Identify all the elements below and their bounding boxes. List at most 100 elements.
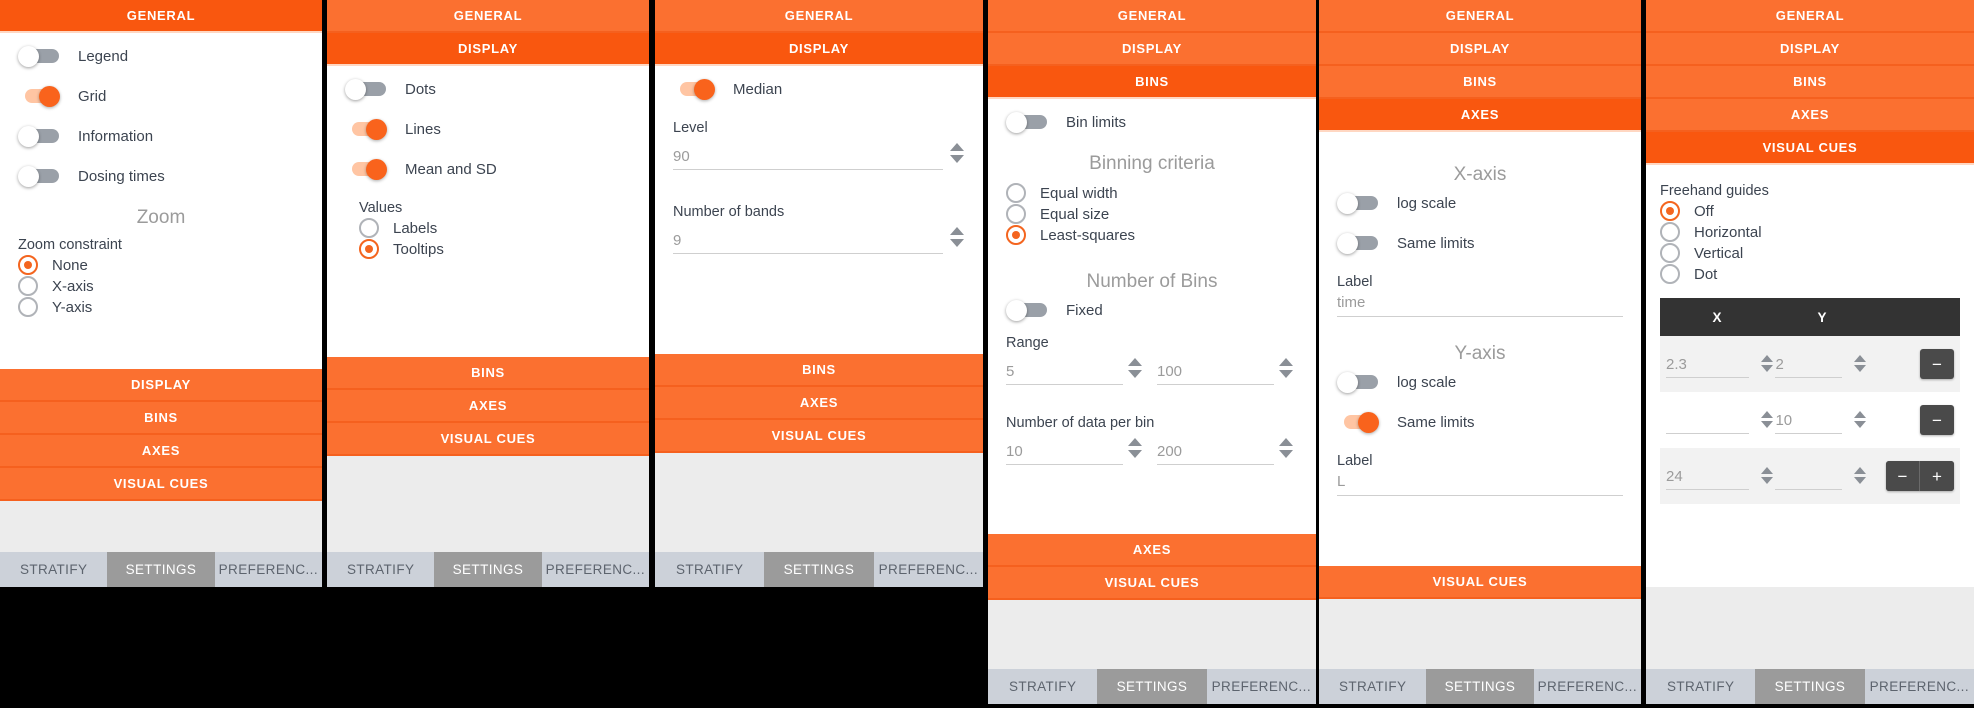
toggle-row-bin-limits[interactable]: Bin limits (1006, 112, 1298, 133)
number-of-bands-stepper[interactable]: 9 (673, 222, 965, 254)
cell-x[interactable]: 2.3 (1666, 350, 1775, 378)
median-toggle[interactable] (673, 79, 717, 100)
y-input[interactable] (1775, 468, 1842, 490)
per-bin-min-input[interactable]: 10 (1006, 441, 1123, 465)
spinner-down-icon[interactable] (1279, 450, 1293, 458)
radio-icon[interactable] (1006, 183, 1026, 203)
x-same-limits-toggle[interactable] (1337, 233, 1381, 254)
radio-icon[interactable] (1660, 201, 1680, 221)
y-input[interactable]: 10 (1775, 412, 1842, 434)
radio-freehand-off[interactable]: Off (1660, 201, 1960, 221)
section-header-display[interactable]: DISPLAY (655, 33, 983, 66)
tab-stratify[interactable]: STRATIFY (655, 552, 765, 587)
remove-row-button[interactable]: − (1886, 461, 1920, 491)
spinner-down-icon[interactable] (1761, 364, 1774, 372)
x-input[interactable] (1666, 412, 1750, 434)
fixed-toggle[interactable] (1006, 300, 1050, 321)
range-max-input[interactable]: 100 (1157, 361, 1274, 385)
section-header-display[interactable]: DISPLAY (1319, 33, 1641, 66)
radio-icon[interactable] (18, 297, 38, 317)
per-bin-max-input[interactable]: 200 (1157, 441, 1274, 465)
radio-freehand-horizontal[interactable]: Horizontal (1660, 222, 1960, 242)
cell-y[interactable] (1775, 462, 1867, 490)
tab-stratify[interactable]: STRATIFY (988, 669, 1098, 704)
spinner-down-icon[interactable] (1853, 364, 1866, 372)
range-min-input[interactable]: 5 (1006, 361, 1123, 385)
toggle-row-mean-and-sd[interactable]: Mean and SD (345, 159, 631, 180)
range-min-stepper[interactable]: 5 (1006, 353, 1147, 385)
tab-preferences[interactable]: PREFERENC... (214, 552, 322, 587)
section-header-visual-cues[interactable]: VISUAL CUES (1319, 566, 1641, 599)
section-header-display[interactable]: DISPLAY (0, 369, 322, 402)
lines-toggle[interactable] (345, 119, 389, 140)
spinner[interactable] (1852, 406, 1868, 432)
spinner-up-icon[interactable] (1279, 358, 1293, 366)
spinner-up-icon[interactable] (950, 143, 964, 151)
spinner-up-icon[interactable] (1761, 466, 1774, 474)
level-stepper[interactable]: 90 (673, 138, 965, 170)
toggle-row-y-same-limits[interactable]: Same limits (1337, 412, 1623, 433)
cell-y[interactable]: 10 (1775, 406, 1867, 434)
toggle-row-median[interactable]: Median (673, 79, 965, 100)
grid-toggle[interactable] (18, 86, 62, 107)
section-header-bins[interactable]: BINS (655, 353, 983, 387)
radio-freehand-dot[interactable]: Dot (1660, 264, 1960, 284)
section-header-axes[interactable]: AXES (1646, 99, 1974, 132)
tab-preferences[interactable]: PREFERENC... (1206, 669, 1316, 704)
level-input[interactable]: 90 (673, 146, 943, 170)
spinner-down-icon[interactable] (950, 155, 964, 163)
toggle-row-dots[interactable]: Dots (345, 79, 631, 100)
x-input[interactable]: 2.3 (1666, 356, 1750, 378)
x-input[interactable]: 24 (1666, 468, 1750, 490)
radio-zoom-y-axis[interactable]: Y-axis (18, 297, 304, 317)
section-header-visual-cues[interactable]: VISUAL CUES (327, 422, 649, 456)
tab-settings[interactable]: SETTINGS (764, 552, 874, 587)
tab-settings[interactable]: SETTINGS (107, 552, 215, 587)
tab-settings[interactable]: SETTINGS (1097, 669, 1207, 704)
tab-settings[interactable]: SETTINGS (1755, 669, 1865, 704)
spinner-up-icon[interactable] (1128, 438, 1142, 446)
legend-toggle[interactable] (18, 46, 62, 67)
radio-values-labels[interactable]: Labels (359, 218, 631, 238)
x-log-scale-toggle[interactable] (1337, 193, 1381, 214)
remove-row-button[interactable]: − (1920, 349, 1954, 379)
section-header-bins[interactable]: BINS (1646, 66, 1974, 99)
tab-preferences[interactable]: PREFERENC... (541, 552, 649, 587)
tab-preferences[interactable]: PREFERENC... (1864, 669, 1974, 704)
spinner-up-icon[interactable] (1761, 410, 1774, 418)
tab-stratify[interactable]: STRATIFY (1646, 669, 1756, 704)
bin-limits-toggle[interactable] (1006, 112, 1050, 133)
toggle-row-fixed[interactable]: Fixed (1006, 300, 1298, 321)
cell-y[interactable]: 2 (1775, 350, 1867, 378)
section-header-general[interactable]: GENERAL (1319, 0, 1641, 33)
spinner-up-icon[interactable] (1761, 354, 1774, 362)
y-label-input[interactable]: L (1337, 471, 1623, 496)
radio-icon[interactable] (18, 276, 38, 296)
spinner-down-icon[interactable] (1853, 476, 1866, 484)
spinner-down-icon[interactable] (1128, 370, 1142, 378)
y-same-limits-toggle[interactable] (1337, 412, 1381, 433)
range-max-stepper[interactable]: 100 (1157, 353, 1298, 385)
spinner[interactable] (1278, 433, 1294, 463)
per-bin-max-stepper[interactable]: 200 (1157, 433, 1298, 465)
cell-x[interactable]: 24 (1666, 462, 1775, 490)
section-header-general[interactable]: GENERAL (1646, 0, 1974, 33)
tab-stratify[interactable]: STRATIFY (327, 552, 435, 587)
radio-zoom-none[interactable]: None (18, 255, 304, 275)
cell-x[interactable] (1666, 406, 1775, 434)
y-input[interactable]: 2 (1775, 356, 1842, 378)
spinner-up-icon[interactable] (950, 227, 964, 235)
radio-values-tooltips[interactable]: Tooltips (359, 239, 631, 259)
spinner[interactable] (949, 222, 965, 252)
toggle-row-information[interactable]: Information (18, 126, 304, 147)
spinner[interactable] (1852, 462, 1868, 488)
spinner[interactable] (1759, 462, 1775, 488)
section-header-display[interactable]: DISPLAY (1646, 33, 1974, 66)
radio-icon[interactable] (359, 239, 379, 259)
information-toggle[interactable] (18, 126, 62, 147)
spinner-up-icon[interactable] (1128, 358, 1142, 366)
radio-freehand-vertical[interactable]: Vertical (1660, 243, 1960, 263)
x-label-input[interactable]: time (1337, 292, 1623, 317)
spinner[interactable] (1852, 350, 1868, 376)
radio-icon[interactable] (18, 255, 38, 275)
